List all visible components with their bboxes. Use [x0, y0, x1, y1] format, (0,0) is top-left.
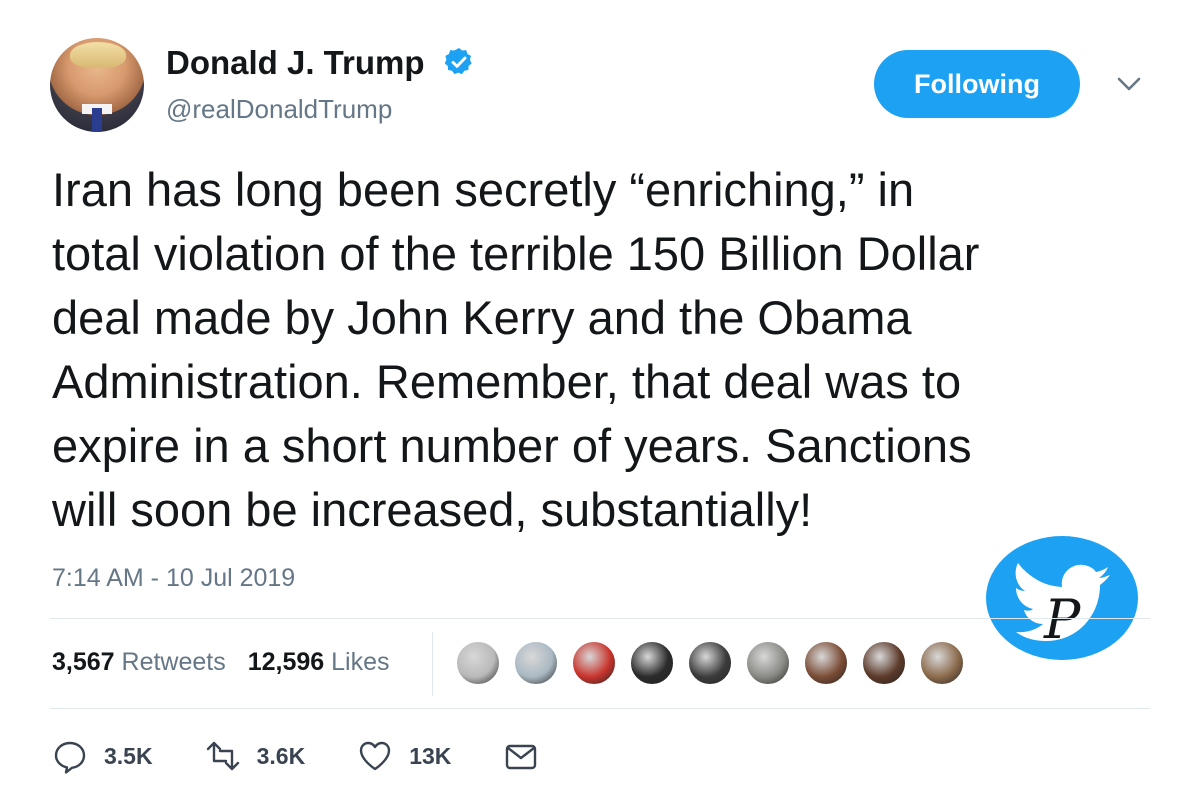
- display-name[interactable]: Donald J. Trump: [166, 44, 425, 82]
- user-handle[interactable]: @realDonaldTrump: [166, 94, 392, 125]
- like-button[interactable]: 13K: [357, 738, 451, 774]
- liker-avatar[interactable]: [513, 640, 559, 686]
- like-count: 13K: [409, 742, 452, 769]
- tweet-card: Donald J. Trump @realDonaldTrump Followi…: [0, 0, 1200, 800]
- action-bar: 3.5K 3.6K 13K: [52, 738, 591, 774]
- retweet-count: 3.6K: [256, 742, 306, 769]
- divider-bottom: [50, 708, 1150, 709]
- retweet-button[interactable]: 3.6K: [205, 738, 306, 774]
- likes-label: Likes: [331, 648, 390, 676]
- retweets-label: Retweets: [121, 648, 226, 676]
- reply-icon: [54, 741, 86, 774]
- reply-button[interactable]: 3.5K: [52, 738, 153, 774]
- reply-count: 3.5K: [104, 742, 153, 769]
- verified-badge-icon: [444, 48, 472, 75]
- liker-avatar[interactable]: [687, 640, 733, 686]
- liker-avatar[interactable]: [455, 640, 501, 686]
- divider-top: [50, 618, 1150, 619]
- likes-stat[interactable]: 12,596 Likes: [248, 648, 390, 677]
- retweet-icon: [206, 741, 239, 771]
- engagement-stats: 3,567 Retweets 12,596 Likes: [52, 648, 412, 677]
- avatar-tie: [92, 108, 102, 132]
- liker-avatar[interactable]: [571, 640, 617, 686]
- twitter-bird-watermark-icon: P: [986, 536, 1138, 660]
- liker-avatar[interactable]: [919, 640, 965, 686]
- stats-separator: [432, 632, 433, 696]
- liker-avatars: [455, 640, 977, 686]
- retweets-stat[interactable]: 3,567 Retweets: [52, 648, 226, 677]
- tweet-text: Iran has long been secretly “enriching,”…: [52, 163, 980, 536]
- liker-avatar[interactable]: [861, 640, 907, 686]
- following-button[interactable]: Following: [874, 50, 1080, 118]
- direct-message-button[interactable]: [503, 738, 539, 774]
- avatar-hair: [70, 42, 126, 68]
- tweet-timestamp[interactable]: 7:14 AM - 10 Jul 2019: [52, 564, 295, 593]
- heart-icon: [359, 741, 391, 771]
- avatar[interactable]: [50, 38, 144, 132]
- retweets-count: 3,567: [52, 648, 115, 676]
- envelope-icon: [506, 744, 537, 770]
- liker-avatar[interactable]: [629, 640, 675, 686]
- chevron-down-icon[interactable]: [1116, 74, 1142, 94]
- svg-text:P: P: [1043, 588, 1082, 651]
- liker-avatar[interactable]: [803, 640, 849, 686]
- likes-count: 12,596: [247, 648, 325, 676]
- liker-avatar[interactable]: [745, 640, 791, 686]
